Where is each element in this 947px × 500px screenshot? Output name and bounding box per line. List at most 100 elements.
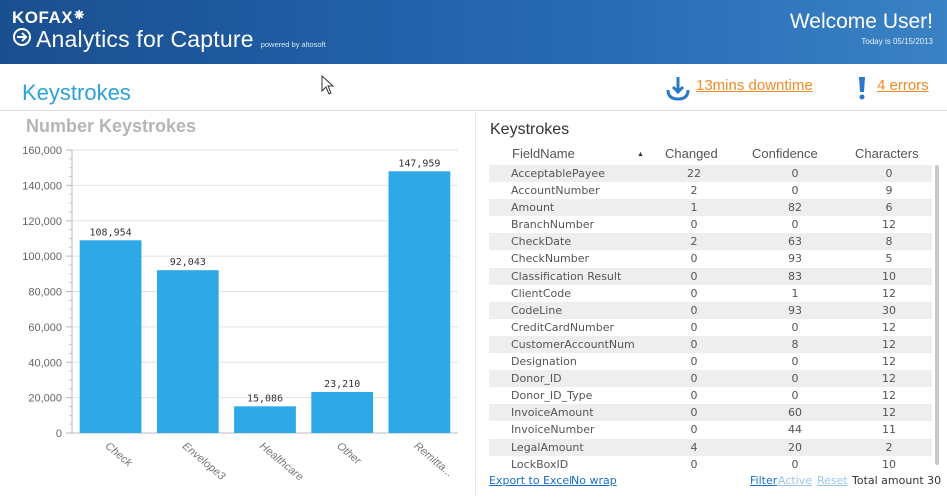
downtime-link[interactable]: 13mins downtime (696, 77, 813, 94)
keystrokes-bar-chart: 0 20,000 40,000 60,000 80,000 100,000 120,000 1… (22, 145, 458, 483)
header-divider (0, 110, 947, 111)
cell-fieldname: Designation (511, 355, 577, 369)
cell-fieldname: AcceptablePayee (511, 167, 605, 180)
brand-name: KOFAX (12, 8, 74, 27)
app-title: Analytics for Capture (36, 26, 254, 52)
data-label: 147,959 (398, 158, 440, 169)
cell-characters: 12 (882, 355, 896, 369)
bar (311, 391, 374, 433)
category-label: Other (334, 440, 364, 468)
errors-link[interactable]: 4 errors (877, 77, 929, 94)
mouse-cursor-icon (321, 75, 335, 95)
bar (388, 171, 451, 433)
table-row[interactable]: Designation 0 0 12 (489, 353, 932, 370)
cell-confidence: 60 (788, 406, 802, 420)
cell-confidence: 20 (788, 440, 802, 454)
cell-fieldname: Classification Result (511, 269, 622, 283)
cell-fieldname: CreditCardNumber (511, 320, 615, 334)
cell-confidence: 0 (791, 218, 799, 232)
cell-fieldname: InvoiceNumber (511, 423, 595, 437)
column-header-characters[interactable]: Characters (855, 146, 919, 161)
data-label: 92,043 (170, 257, 206, 268)
cell-confidence: 44 (788, 423, 802, 437)
cell-confidence: 0 (791, 167, 799, 180)
filter-link[interactable]: Filter (750, 474, 777, 487)
cell-fieldname: CheckNumber (511, 252, 590, 266)
table-row[interactable]: CreditCardNumber 0 0 12 (489, 319, 932, 336)
cell-confidence: 82 (788, 201, 802, 215)
table-row[interactable]: Donor_ID_Type 0 0 12 (489, 387, 932, 404)
table-row[interactable]: Amount 1 82 6 (489, 199, 932, 217)
keystrokes-table-body: AcceptablePayee 22 0 0 AccountNumber 2 0 9 Amoun… (489, 165, 932, 473)
table-row[interactable]: CheckDate 2 63 8 (489, 233, 932, 251)
powered-by: powered by altosoft (260, 40, 326, 49)
y-tick-label: 0 (56, 428, 62, 440)
y-tick-label: 60,000 (28, 322, 62, 334)
table-scrollbar[interactable] (935, 165, 939, 465)
y-tick-label: 100,000 (22, 251, 62, 263)
cell-confidence: 83 (788, 269, 802, 283)
cell-characters: 10 (882, 457, 896, 471)
cell-confidence: 8 (791, 337, 799, 351)
cell-fieldname: AccountNumber (511, 184, 600, 198)
cell-confidence: 0 (791, 372, 799, 386)
cell-changed: 0 (690, 320, 698, 334)
table-row[interactable]: ClientCode 0 1 12 (489, 285, 932, 302)
cell-changed: 1 (690, 201, 698, 215)
y-tick-label: 40,000 (28, 357, 62, 369)
table-row[interactable]: LegalAmount 4 20 2 (489, 438, 932, 456)
table-row[interactable]: CodeLine 0 93 30 (489, 301, 932, 319)
cell-changed: 0 (690, 372, 698, 386)
table-row[interactable]: Donor_ID 0 0 12 (489, 370, 932, 388)
y-tick-label: 20,000 (28, 393, 62, 405)
category-label: Envelope3 (180, 440, 228, 483)
table-row[interactable]: AccountNumber 2 0 9 (489, 182, 932, 199)
cell-fieldname: Donor_ID_Type (511, 389, 593, 403)
analytics-arrow-icon (12, 27, 32, 51)
table-title: Keystrokes (490, 121, 570, 138)
cell-confidence: 0 (791, 457, 799, 471)
table-row[interactable]: CustomerAccountNum 0 8 12 (489, 335, 932, 354)
column-header-fieldname[interactable]: FieldName (512, 146, 575, 161)
table-row[interactable]: Classification Result 0 83 10 (489, 267, 932, 285)
cell-characters: 12 (882, 320, 896, 334)
cell-fieldname: InvoiceAmount (511, 406, 594, 420)
column-header-changed[interactable]: Changed (665, 146, 718, 161)
table-row[interactable]: AcceptablePayee 22 0 0 (489, 165, 932, 183)
table-row[interactable]: LockBoxID 0 0 10 (489, 456, 932, 473)
sort-ascending-icon[interactable]: ▲ (637, 151, 644, 158)
table-row[interactable]: BranchNumber 0 0 12 (489, 216, 932, 233)
cell-characters: 8 (885, 235, 893, 249)
category-label: Check (103, 440, 135, 470)
table-row[interactable]: InvoiceNumber 0 44 11 (489, 421, 932, 438)
table-row[interactable]: InvoiceAmount 0 60 12 (489, 404, 932, 422)
cell-characters: 2 (885, 440, 893, 454)
no-wrap-link[interactable]: No wrap (571, 474, 617, 487)
y-tick-label: 120,000 (22, 216, 62, 228)
y-tick-label: 80,000 (28, 287, 62, 299)
cell-changed: 0 (690, 252, 698, 266)
cell-changed: 0 (690, 218, 698, 232)
table-row[interactable]: CheckNumber 0 93 5 (489, 250, 932, 267)
today-date: Today is 05/15/2013 (861, 37, 933, 46)
cell-fieldname: CustomerAccountNum (511, 337, 635, 351)
export-excel-link[interactable]: Export to Excel (489, 474, 572, 487)
cell-confidence: 93 (788, 252, 802, 266)
cell-confidence: 0 (791, 355, 799, 369)
reset-link[interactable]: Reset (817, 474, 848, 487)
bar (234, 406, 296, 433)
cell-fieldname: CodeLine (511, 303, 563, 317)
cell-fieldname: Donor_ID (511, 372, 562, 386)
exclamation-icon[interactable] (857, 76, 867, 100)
active-link[interactable]: Active (778, 474, 812, 487)
column-header-confidence[interactable]: Confidence (752, 146, 818, 161)
category-label: Remitta... (411, 440, 455, 479)
category-label: Healthcare (257, 440, 305, 483)
cell-changed: 0 (690, 286, 698, 300)
page-title: Keystrokes (22, 80, 131, 105)
cell-confidence: 93 (788, 303, 802, 317)
cell-changed: 2 (690, 184, 698, 198)
downtime-icon[interactable] (665, 75, 691, 101)
cell-changed: 4 (690, 440, 698, 454)
cell-changed: 2 (690, 235, 698, 249)
